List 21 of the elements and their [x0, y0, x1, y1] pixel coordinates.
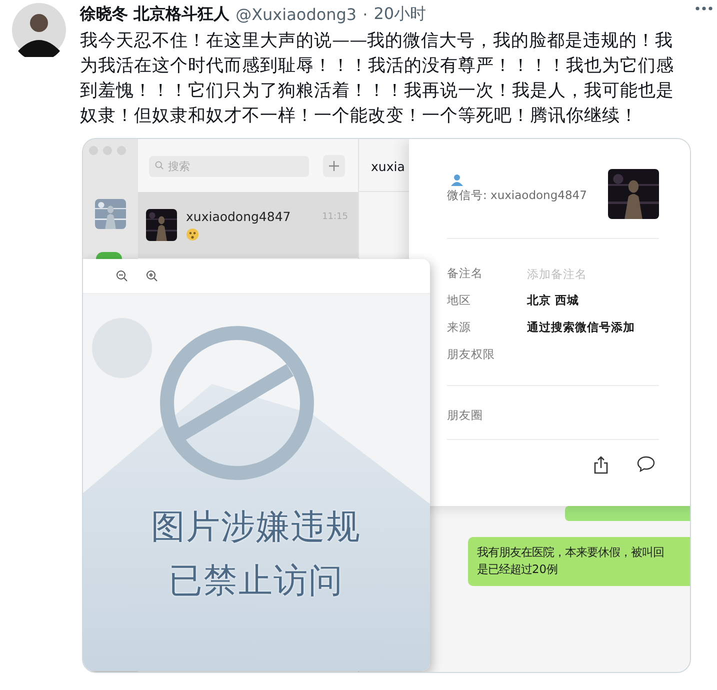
field-label: 备注名 — [447, 266, 484, 281]
chat-title: xuxia — [371, 159, 405, 174]
user-handle[interactable]: @Xuxiaodong3 — [236, 4, 357, 24]
field-value: 北京 西城 — [527, 293, 580, 308]
field-value: 通过搜索微信号添加 — [527, 320, 635, 335]
wechat-id: 微信号: xuxiaodong4847 — [447, 188, 587, 203]
post-time[interactable]: 20小时 — [374, 4, 426, 24]
tweet-text: 我今天忍不住！在这里大声的说——我的微信大号，我的脸都是违规的！我为我活在这个时代而感到耻辱！！！我活的没有尊严！！！！我也为它们感到羞愧！！！它们只为了狗粮活着！！！我再说一次！我是人，我可能也是奴隶！但奴隶和奴才不一样！一个能改变！一个等死吧！腾讯你继续！ — [80, 30, 675, 128]
message-text: 是已经超过20例 — [477, 561, 558, 578]
field-label: 来源 — [447, 320, 472, 335]
remark-field[interactable]: 添加备注名 — [527, 266, 637, 280]
message-text: 我有朋友在医院，本来要休假，被叫回 — [477, 544, 664, 561]
field-label: 地区 — [447, 293, 472, 308]
moments-label[interactable]: 朋友圈 — [447, 408, 483, 422]
search-field[interactable]: 搜索 — [149, 156, 309, 177]
separator: · — [362, 4, 368, 24]
contact-name: xuxiaodong4847 — [186, 209, 291, 224]
notice-text: 图片涉嫌违规 — [151, 507, 361, 547]
author-name[interactable]: 徐晓冬 北京格斗狂人 — [80, 4, 230, 24]
field-label: 朋友权限 — [447, 347, 496, 362]
notice-text: 已禁止访问 — [168, 561, 344, 601]
